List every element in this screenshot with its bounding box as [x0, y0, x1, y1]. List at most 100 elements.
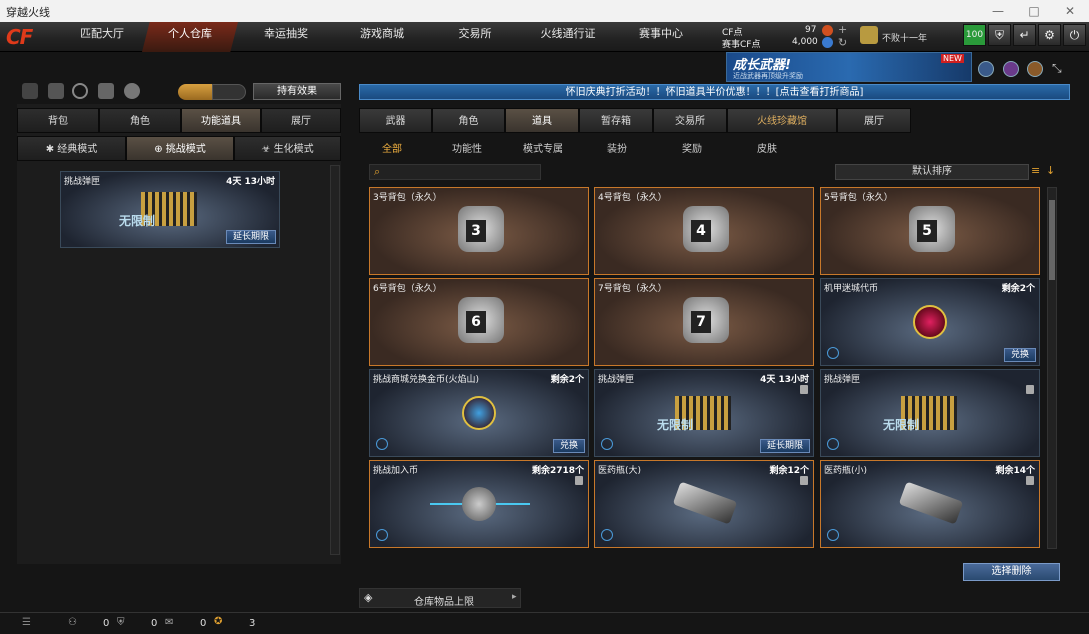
add-cf-icon[interactable]: + [838, 23, 847, 36]
subtab-all[interactable]: 全部 [382, 140, 402, 155]
right-tab-exchange[interactable]: 交易所 [653, 108, 727, 133]
title-bar: 穿越火线 — □ ✕ [0, 0, 1089, 22]
maximize-button[interactable]: □ [1016, 0, 1052, 22]
toggle-left-icon[interactable] [178, 84, 212, 100]
menu-icon[interactable]: ☰ [22, 617, 31, 628]
item-card[interactable]: 挑战弹匣 4天 13小时 无限制 延长期限 [594, 369, 814, 457]
item-card[interactable]: 挑战加入币 剩余2718个 [369, 460, 589, 548]
event-icon-1[interactable] [978, 61, 994, 77]
level-badge[interactable]: 100 [963, 24, 986, 46]
right-tab-collection[interactable]: 火线珍藏馆 [727, 108, 837, 133]
exit-room-icon[interactable]: ↵ [1013, 24, 1036, 46]
mode-classic[interactable]: ✱ 经典模式 [17, 136, 126, 161]
subtab-skin[interactable]: 皮肤 [757, 140, 777, 155]
item-card[interactable]: 4号背包（永久） 4 [594, 187, 814, 275]
left-tab-showroom[interactable]: 展厅 [261, 108, 341, 133]
rank-box[interactable]: 不败十一年 [860, 24, 950, 50]
left-equipped-item[interactable]: 挑战弹匣 4天 13小时 无限制 延长期限 [60, 171, 280, 248]
event-icon-3[interactable] [1027, 61, 1043, 77]
item-card-title: 医药瓶(大) [598, 466, 642, 476]
item-card[interactable]: 5号背包（永久） 5 [820, 187, 1040, 275]
sell-icon[interactable] [376, 438, 388, 450]
nav-tab-match[interactable]: 匹配大厅 [62, 22, 142, 52]
sort-arrow-icon[interactable]: ↓ [1046, 164, 1058, 180]
bio-icon: ☣ [261, 144, 274, 155]
boost-icon[interactable] [98, 83, 114, 99]
list-view-icon[interactable]: ≡ [1031, 164, 1044, 180]
item-action-button[interactable]: 兑换 [552, 439, 585, 453]
nav-tab-pass[interactable]: 火线通行证 [520, 22, 616, 52]
nav-tab-events[interactable]: 赛事中心 [616, 22, 706, 52]
sell-icon[interactable] [827, 347, 839, 359]
announcement-marquee[interactable]: 怀旧庆典打折活动！！怀旧道具半价优惠！！！[点击查看打折商品] [359, 84, 1070, 100]
capacity-bar[interactable]: ◈ 仓库物品上限 ▸ [359, 588, 521, 608]
promo-banner[interactable]: 成长武器! 近战武器再顶级升奖励 NEW [726, 52, 972, 82]
item-action-button[interactable]: 兑换 [1003, 348, 1036, 362]
chat-icon[interactable]: ✉ [165, 617, 173, 628]
left-tab-function[interactable]: 功能道具 [181, 108, 261, 133]
close-button[interactable]: ✕ [1052, 0, 1088, 22]
backpack-icon: 5 [909, 206, 955, 252]
right-tab-showroom[interactable]: 展厅 [837, 108, 911, 133]
sort-dropdown[interactable]: 默认排序 [835, 164, 1029, 180]
right-tab-items[interactable]: 道具 [505, 108, 579, 133]
mode-bio[interactable]: ☣ 生化模式 [234, 136, 341, 161]
refresh-icon[interactable]: ↻ [838, 36, 847, 49]
item-card[interactable]: 3号背包（永久） 3 [369, 187, 589, 275]
friends-icon[interactable]: ⚇ [68, 617, 77, 628]
clan-icon[interactable]: ⛨ [117, 617, 125, 628]
sell-icon[interactable] [601, 529, 613, 541]
toggle-right-icon[interactable] [212, 84, 246, 100]
item-action-button[interactable]: 延长期限 [759, 439, 810, 453]
item-card[interactable]: 7号背包（永久） 7 [594, 278, 814, 366]
effect-button[interactable]: 持有效果 [253, 83, 341, 100]
item-card[interactable]: 机甲迷城代币 剩余2个 兑换 [820, 278, 1040, 366]
power-icon[interactable]: ⏻ [1063, 24, 1086, 46]
nav-tab-exchange[interactable]: 交易所 [430, 22, 520, 52]
subtab-outfit[interactable]: 装扮 [607, 140, 627, 155]
mode-challenge[interactable]: ⊕ 挑战模式 [126, 136, 234, 161]
event-icon-2[interactable] [1003, 61, 1019, 77]
search-input[interactable]: ⌕ [369, 164, 541, 180]
off-toggle-icon[interactable] [22, 83, 38, 99]
left-tab-character[interactable]: 角色 [99, 108, 181, 133]
item-card[interactable]: 挑战商城兑换金币(火焰山) 剩余2个 兑换 [369, 369, 589, 457]
shield-icon[interactable]: ⛨ [988, 24, 1011, 46]
nav-tab-shop[interactable]: 游戏商城 [334, 22, 430, 52]
subtab-functional[interactable]: 功能性 [452, 140, 482, 155]
right-tab-character[interactable]: 角色 [432, 108, 505, 133]
nav-tab-lottery[interactable]: 幸运抽奖 [238, 22, 334, 52]
gear-icon[interactable]: ⚙ [1038, 24, 1061, 46]
subtab-reward[interactable]: 奖励 [682, 140, 702, 155]
right-tab-storage[interactable]: 暂存箱 [579, 108, 653, 133]
nav-tab-warehouse[interactable]: 个人仓库 [142, 22, 238, 52]
stats-icon[interactable] [48, 83, 64, 99]
expand-icon[interactable]: ⤡ [1052, 61, 1068, 77]
gun-icon [672, 481, 738, 525]
minimize-button[interactable]: — [980, 0, 1016, 22]
item-card[interactable]: 挑战弹匣 无限制 [820, 369, 1040, 457]
item-card[interactable]: 医药瓶(小) 剩余14个 [820, 460, 1040, 548]
item-card-title: 挑战弹匣 [598, 375, 635, 385]
sell-icon[interactable] [827, 438, 839, 450]
subtab-mode[interactable]: 模式专属 [523, 140, 563, 155]
gift-icon[interactable]: ✪ [214, 616, 222, 627]
sell-icon[interactable] [827, 529, 839, 541]
refresh-circle-icon[interactable] [72, 83, 88, 99]
lock-icon [1026, 385, 1034, 394]
mode-bio-label: 生化模式 [273, 144, 314, 155]
sell-icon[interactable] [376, 529, 388, 541]
left-scrollbar[interactable] [330, 165, 340, 555]
left-tab-backpack[interactable]: 背包 [17, 108, 99, 133]
select-delete-button[interactable]: 选择删除 [963, 563, 1060, 581]
trophy-icon[interactable] [124, 83, 140, 99]
item-card[interactable]: 6号背包（永久） 6 [369, 278, 589, 366]
scroll-thumb[interactable] [1049, 200, 1055, 280]
right-tab-weapon[interactable]: 武器 [359, 108, 432, 133]
sell-icon[interactable] [601, 438, 613, 450]
right-scrollbar[interactable] [1047, 187, 1057, 549]
item-card-title: 医药瓶(小) [824, 466, 868, 476]
bag-number: 6 [466, 311, 486, 333]
item-card[interactable]: 医药瓶(大) 剩余12个 [594, 460, 814, 548]
extend-button[interactable]: 延长期限 [225, 230, 276, 244]
